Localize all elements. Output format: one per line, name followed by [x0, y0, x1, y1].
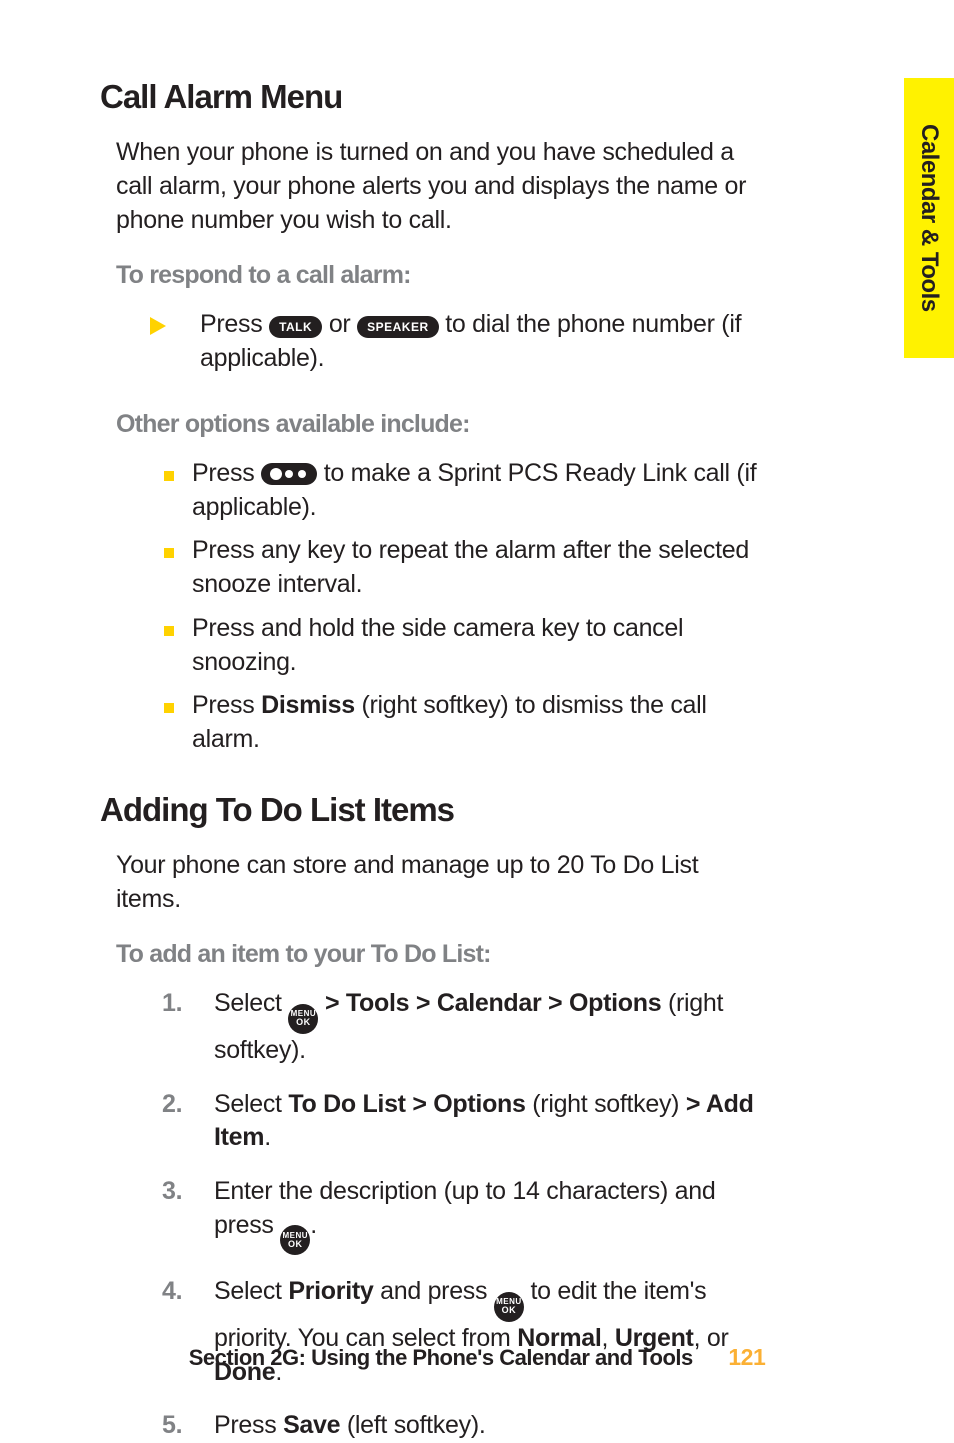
text: (right softkey) — [526, 1090, 686, 1118]
footer-text: Section 2G: Using the Phone's Calendar a… — [189, 1345, 693, 1370]
text: Press — [192, 459, 261, 487]
arrow-list: Press TALK or SPEAKER to dial the phone … — [144, 308, 760, 376]
menu-ok-button-icon: MENUOK — [288, 1004, 318, 1034]
subheading-add-item: To add an item to your To Do List: — [116, 940, 760, 969]
bullet-item: Press and hold the side camera key to ca… — [162, 612, 760, 680]
intro-1: When your phone is turned on and you hav… — [116, 136, 760, 237]
text: (left softkey). — [340, 1411, 485, 1439]
bullet-list: Press to make a Sprint PCS Ready Link ca… — [162, 457, 760, 757]
text: Select — [214, 1090, 288, 1118]
bold: > Tools > Calendar > Options — [318, 989, 661, 1017]
text: . — [264, 1123, 271, 1151]
step-number: 3. — [162, 1175, 182, 1209]
arrow-item-1: Press TALK or SPEAKER to dial the phone … — [144, 308, 760, 376]
step-list: 1. Select MENUOK > Tools > Calendar > Op… — [162, 987, 760, 1443]
side-tab-label: Calendar & Tools — [915, 124, 943, 312]
step-number: 2. — [162, 1088, 182, 1122]
bullet-item: Press any key to repeat the alarm after … — [162, 534, 760, 602]
page-footer: Section 2G: Using the Phone's Calendar a… — [0, 1344, 954, 1371]
step-number: 5. — [162, 1409, 182, 1443]
bullet-item: Press to make a Sprint PCS Ready Link ca… — [162, 457, 760, 525]
text: or — [322, 310, 357, 338]
step-number: 4. — [162, 1275, 182, 1309]
heading-call-alarm: Call Alarm Menu — [100, 78, 760, 116]
speaker-button-icon: SPEAKER — [357, 316, 439, 338]
page-number: 121 — [728, 1344, 765, 1370]
step-4: 4. Select Priority and press MENUOK to e… — [162, 1275, 760, 1389]
text: . — [310, 1211, 317, 1239]
step-5: 5. Press Save (left softkey). — [162, 1409, 760, 1443]
bold: Priority — [288, 1277, 373, 1305]
bold: Save — [283, 1411, 340, 1439]
text: Press — [214, 1411, 283, 1439]
intro-2: Your phone can store and manage up to 20… — [116, 849, 760, 917]
talk-button-icon: TALK — [269, 316, 322, 338]
menu-ok-button-icon: MENUOK — [494, 1292, 524, 1322]
heading-todo: Adding To Do List Items — [100, 791, 760, 829]
side-tab: Calendar & Tools — [904, 78, 954, 358]
page-content: Call Alarm Menu When your phone is turne… — [0, 0, 860, 1443]
step-3: 3. Enter the description (up to 14 chara… — [162, 1175, 760, 1255]
step-number: 1. — [162, 987, 182, 1021]
bold: To Do List > Options — [288, 1090, 525, 1118]
text: Press — [192, 691, 261, 719]
text: Press — [200, 310, 269, 338]
step-1: 1. Select MENUOK > Tools > Calendar > Op… — [162, 987, 760, 1067]
text: and press — [373, 1277, 493, 1305]
bullet-item: Press Dismiss (right softkey) to dismiss… — [162, 689, 760, 757]
step-2: 2. Select To Do List > Options (right so… — [162, 1088, 760, 1156]
subheading-respond: To respond to a call alarm: — [116, 261, 760, 290]
menu-ok-button-icon: MENUOK — [280, 1225, 310, 1255]
text: Select — [214, 989, 288, 1017]
text: Select — [214, 1277, 288, 1305]
subheading-other-options: Other options available include: — [116, 410, 760, 439]
ready-link-button-icon — [261, 463, 317, 485]
bold: Dismiss — [261, 691, 355, 719]
